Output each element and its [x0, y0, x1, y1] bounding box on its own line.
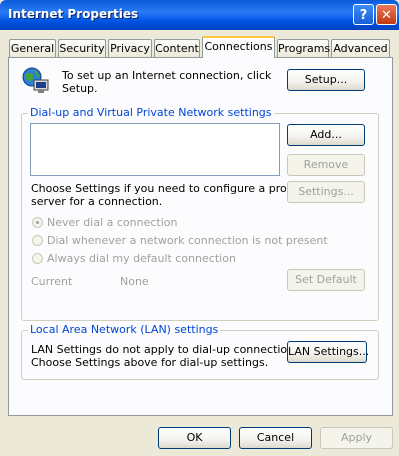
tab-general[interactable]: General — [9, 39, 56, 57]
lan-description-line2: Choose Settings above for dial-up settin… — [31, 356, 269, 369]
title-bar[interactable]: Internet Properties ? ✕ — [0, 0, 399, 30]
connections-panel: To set up an Internet connection, click … — [8, 57, 393, 416]
never-dial-label: Never dial a connection — [47, 216, 178, 229]
proxy-hint-line1: Choose Settings if you need to configure… — [31, 182, 300, 195]
lan-group-label: Local Area Network (LAN) settings — [28, 323, 221, 336]
window-title: Internet Properties — [8, 7, 139, 21]
always-dial-radio[interactable] — [32, 253, 43, 264]
proxy-hint-line2: server for a connection. — [31, 195, 163, 208]
current-label: Current — [31, 275, 73, 288]
always-dial-label: Always dial my default connection — [47, 252, 236, 265]
dial-when-no-network-radio[interactable] — [32, 235, 43, 246]
tab-security[interactable]: Security — [58, 39, 106, 57]
lan-description-line1: LAN Settings do not apply to dial-up con… — [31, 343, 304, 356]
dialup-group-label: Dial-up and Virtual Private Network sett… — [28, 106, 274, 119]
apply-button[interactable]: Apply — [320, 427, 393, 449]
dialup-settings-button[interactable]: Settings... — [287, 181, 365, 203]
tab-programs[interactable]: Programs — [277, 39, 330, 57]
close-button[interactable]: ✕ — [376, 4, 397, 25]
never-dial-radio[interactable] — [32, 217, 43, 228]
ok-button[interactable]: OK — [158, 427, 231, 449]
tab-connections[interactable]: Connections — [202, 36, 275, 58]
help-icon: ? — [359, 8, 368, 23]
setup-button[interactable]: Setup... — [287, 69, 365, 91]
cancel-button[interactable]: Cancel — [239, 427, 312, 449]
help-button[interactable]: ? — [353, 4, 374, 25]
remove-connection-button[interactable]: Remove — [287, 154, 365, 176]
dial-when-no-network-label: Dial whenever a network connection is no… — [47, 234, 328, 247]
setup-description-line2: Setup. — [62, 82, 98, 95]
tab-advanced[interactable]: Advanced — [331, 39, 390, 57]
connections-list[interactable] — [30, 123, 280, 176]
set-default-button[interactable]: Set Default — [287, 269, 365, 291]
radio-selected-dot — [36, 221, 39, 224]
internet-properties-dialog: Internet Properties ? ✕ General Security… — [0, 0, 399, 456]
add-connection-button[interactable]: Add... — [287, 124, 365, 146]
tab-content[interactable]: Content — [154, 39, 200, 57]
network-globe-icon — [22, 67, 49, 93]
current-value: None — [120, 275, 149, 288]
close-icon: ✕ — [381, 8, 392, 23]
tab-privacy[interactable]: Privacy — [108, 39, 152, 57]
lan-settings-button[interactable]: LAN Settings... — [287, 341, 369, 363]
setup-description-line1: To set up an Internet connection, click — [62, 69, 272, 82]
